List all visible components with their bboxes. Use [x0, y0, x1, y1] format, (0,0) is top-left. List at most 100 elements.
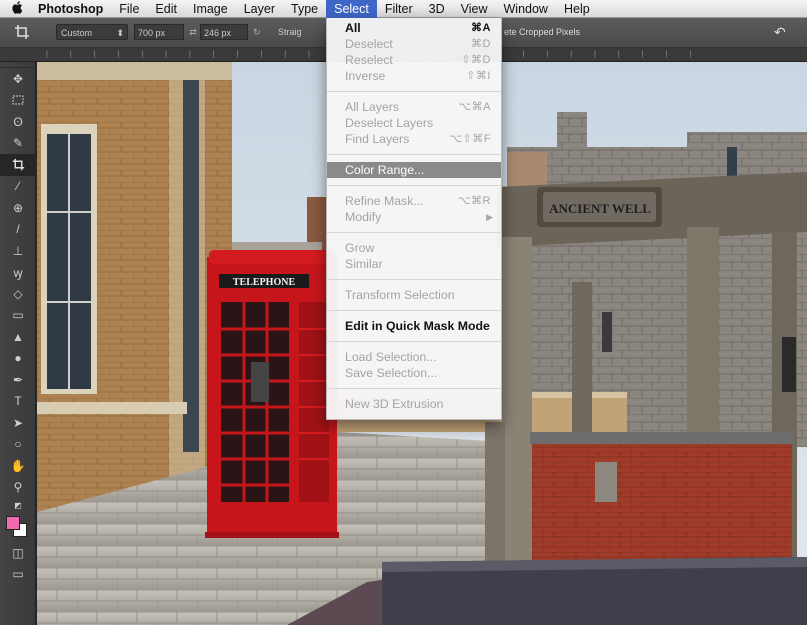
menu-separator — [327, 154, 501, 155]
brush-tool-icon[interactable]: / — [0, 219, 36, 241]
menu-separator — [327, 232, 501, 233]
menu-item-shortcut: ⌥⌘A — [458, 101, 491, 113]
well-sign: ANCIENT WELL — [549, 201, 651, 216]
menu-layer[interactable]: Layer — [236, 0, 283, 18]
menu-item-label: Deselect Layers — [345, 116, 434, 130]
color-swatches — [0, 512, 36, 542]
eraser-tool-icon[interactable]: ◇ — [0, 283, 36, 305]
menu-item-label: Refine Mask... — [345, 194, 424, 208]
ruler-tick: | — [308, 51, 310, 58]
menu-separator — [327, 310, 501, 311]
menu-item-label: All Layers — [345, 100, 399, 114]
menu-item-reselect[interactable]: Reselect ⇧⌘D — [327, 52, 501, 68]
menu-type[interactable]: Type — [283, 0, 326, 18]
marquee-tool-icon[interactable] — [0, 90, 36, 112]
history-brush-tool-icon[interactable]: ꝡ — [0, 262, 36, 284]
eyedropper-tool-icon[interactable]: ⁄ — [0, 176, 36, 198]
menu-item-label: Save Selection... — [345, 366, 438, 380]
shape-tool-icon[interactable]: ○ — [0, 434, 36, 456]
default-colors-icon[interactable]: ◩ — [0, 498, 36, 512]
menu-item-all[interactable]: All ⌘A — [327, 20, 501, 36]
clear-icon[interactable]: ↻ — [253, 24, 267, 40]
gradient-tool-icon[interactable]: ▭ — [0, 305, 36, 327]
menu-item-label: Color Range... — [345, 163, 425, 177]
healing-brush-tool-icon[interactable]: ⊕ — [0, 197, 36, 219]
ruler-tick: | — [212, 51, 215, 58]
zoom-tool-icon[interactable]: ⚲ — [0, 477, 36, 499]
crop-tool-preset-icon[interactable] — [14, 24, 32, 40]
menu-item-all-layers[interactable]: All Layers ⌥⌘A — [327, 99, 501, 115]
crop-tool-icon[interactable] — [0, 154, 36, 176]
blur-tool-icon[interactable]: ▲ — [0, 326, 36, 348]
menu-separator — [327, 185, 501, 186]
reset-icon[interactable]: ↶ — [774, 24, 790, 40]
menu-item-label: Load Selection... — [345, 350, 437, 364]
ruler-tick: | — [236, 51, 239, 58]
path-selection-tool-icon[interactable]: ➤ — [0, 412, 36, 434]
move-tool-icon[interactable]: ✥ — [0, 68, 36, 90]
menu-edit[interactable]: Edit — [147, 0, 185, 18]
menu-item-refine-mask[interactable]: Refine Mask... ⌥⌘R — [327, 193, 501, 209]
menu-item-deselect[interactable]: Deselect ⌘D — [327, 36, 501, 52]
ruler-tick: | — [641, 51, 644, 58]
foreground-color-swatch[interactable] — [6, 516, 20, 530]
apple-icon[interactable] — [0, 0, 34, 17]
menu-bar: Photoshop File Edit Image Layer Type Sel… — [0, 0, 807, 18]
ruler-tick: | — [46, 51, 48, 58]
menu-select[interactable]: Select — [326, 0, 377, 18]
menu-separator — [327, 91, 501, 92]
menu-3d[interactable]: 3D — [421, 0, 453, 18]
swap-icon[interactable]: ⇄ — [188, 24, 198, 40]
menu-view[interactable]: View — [453, 0, 496, 18]
type-tool-icon[interactable]: T — [0, 391, 36, 413]
ruler-tick: | — [570, 51, 573, 58]
menu-item-load-selection[interactable]: Load Selection... — [327, 349, 501, 365]
menu-item-label: Grow — [345, 241, 375, 255]
menu-item-find-layers[interactable]: Find Layers ⌥⇧⌘F — [327, 131, 501, 147]
menu-item-transform-selection[interactable]: Transform Selection — [327, 287, 501, 303]
ruler-tick: | — [284, 51, 287, 58]
width-input[interactable]: 700 px — [134, 24, 184, 40]
menu-item-edit-in-quick-mask-mode[interactable]: Edit in Quick Mask Mode — [327, 318, 501, 334]
lasso-tool-icon[interactable]: ʘ — [0, 111, 36, 133]
menu-item-label: New 3D Extrusion — [345, 397, 444, 411]
menu-item-grow[interactable]: Grow — [327, 240, 501, 256]
menu-item-label: Deselect — [345, 37, 393, 51]
menu-item-save-selection[interactable]: Save Selection... — [327, 365, 501, 381]
hand-tool-icon[interactable]: ✋ — [0, 455, 36, 477]
menu-item-shortcut: ⇧⌘D — [461, 54, 491, 66]
menu-separator — [327, 388, 501, 389]
height-input[interactable]: 246 px — [200, 24, 248, 40]
menu-item-similar[interactable]: Similar — [327, 256, 501, 272]
menu-filter[interactable]: Filter — [377, 0, 421, 18]
menu-item-shortcut: ⌘A — [471, 22, 491, 34]
menu-item-label: Inverse — [345, 69, 386, 83]
menu-item-color-range[interactable]: Color Range... — [327, 162, 501, 178]
menu-item-label: Reselect — [345, 53, 393, 67]
menu-item-inverse[interactable]: Inverse ⇧⌘I — [327, 68, 501, 84]
select-menu-dropdown: All ⌘A Deselect ⌘D Reselect ⇧⌘D Inverse ⇧⌘I All … — [326, 18, 502, 420]
menu-item-shortcut: ⌥⌘R — [457, 195, 491, 207]
menu-item-label: Modify — [345, 210, 382, 224]
menu-help[interactable]: Help — [556, 0, 598, 18]
quick-selection-tool-icon[interactable]: ✎ — [0, 133, 36, 155]
straighten-button[interactable]: Straig — [278, 24, 322, 40]
pen-tool-icon[interactable]: ✒ — [0, 369, 36, 391]
screen-mode-icon[interactable]: ▭ — [0, 564, 36, 586]
crop-ratio-dropdown[interactable]: Custom ⬍ — [56, 24, 128, 40]
crop-ratio-value: Custom — [61, 28, 93, 38]
menu-item-new-3d-extrusion[interactable]: New 3D Extrusion — [327, 396, 501, 412]
menu-image[interactable]: Image — [185, 0, 236, 18]
clone-stamp-tool-icon[interactable]: ⊥ — [0, 240, 36, 262]
menu-item-deselect-layers[interactable]: Deselect Layers — [327, 115, 501, 131]
menu-photoshop[interactable]: Photoshop — [34, 0, 111, 18]
chevron-down-icon: ⬍ — [116, 28, 124, 38]
menu-item-modify[interactable]: Modify ▶ — [327, 209, 501, 225]
menu-window[interactable]: Window — [496, 0, 556, 18]
menu-item-shortcut: ⌥⇧⌘F — [449, 133, 491, 145]
menu-file[interactable]: File — [111, 0, 147, 18]
menu-separator — [327, 279, 501, 280]
delete-cropped-pixels-checkbox[interactable]: ete Cropped Pixels — [504, 24, 624, 40]
dodge-tool-icon[interactable]: ● — [0, 348, 36, 370]
quick-mask-icon[interactable]: ◫ — [0, 542, 36, 564]
